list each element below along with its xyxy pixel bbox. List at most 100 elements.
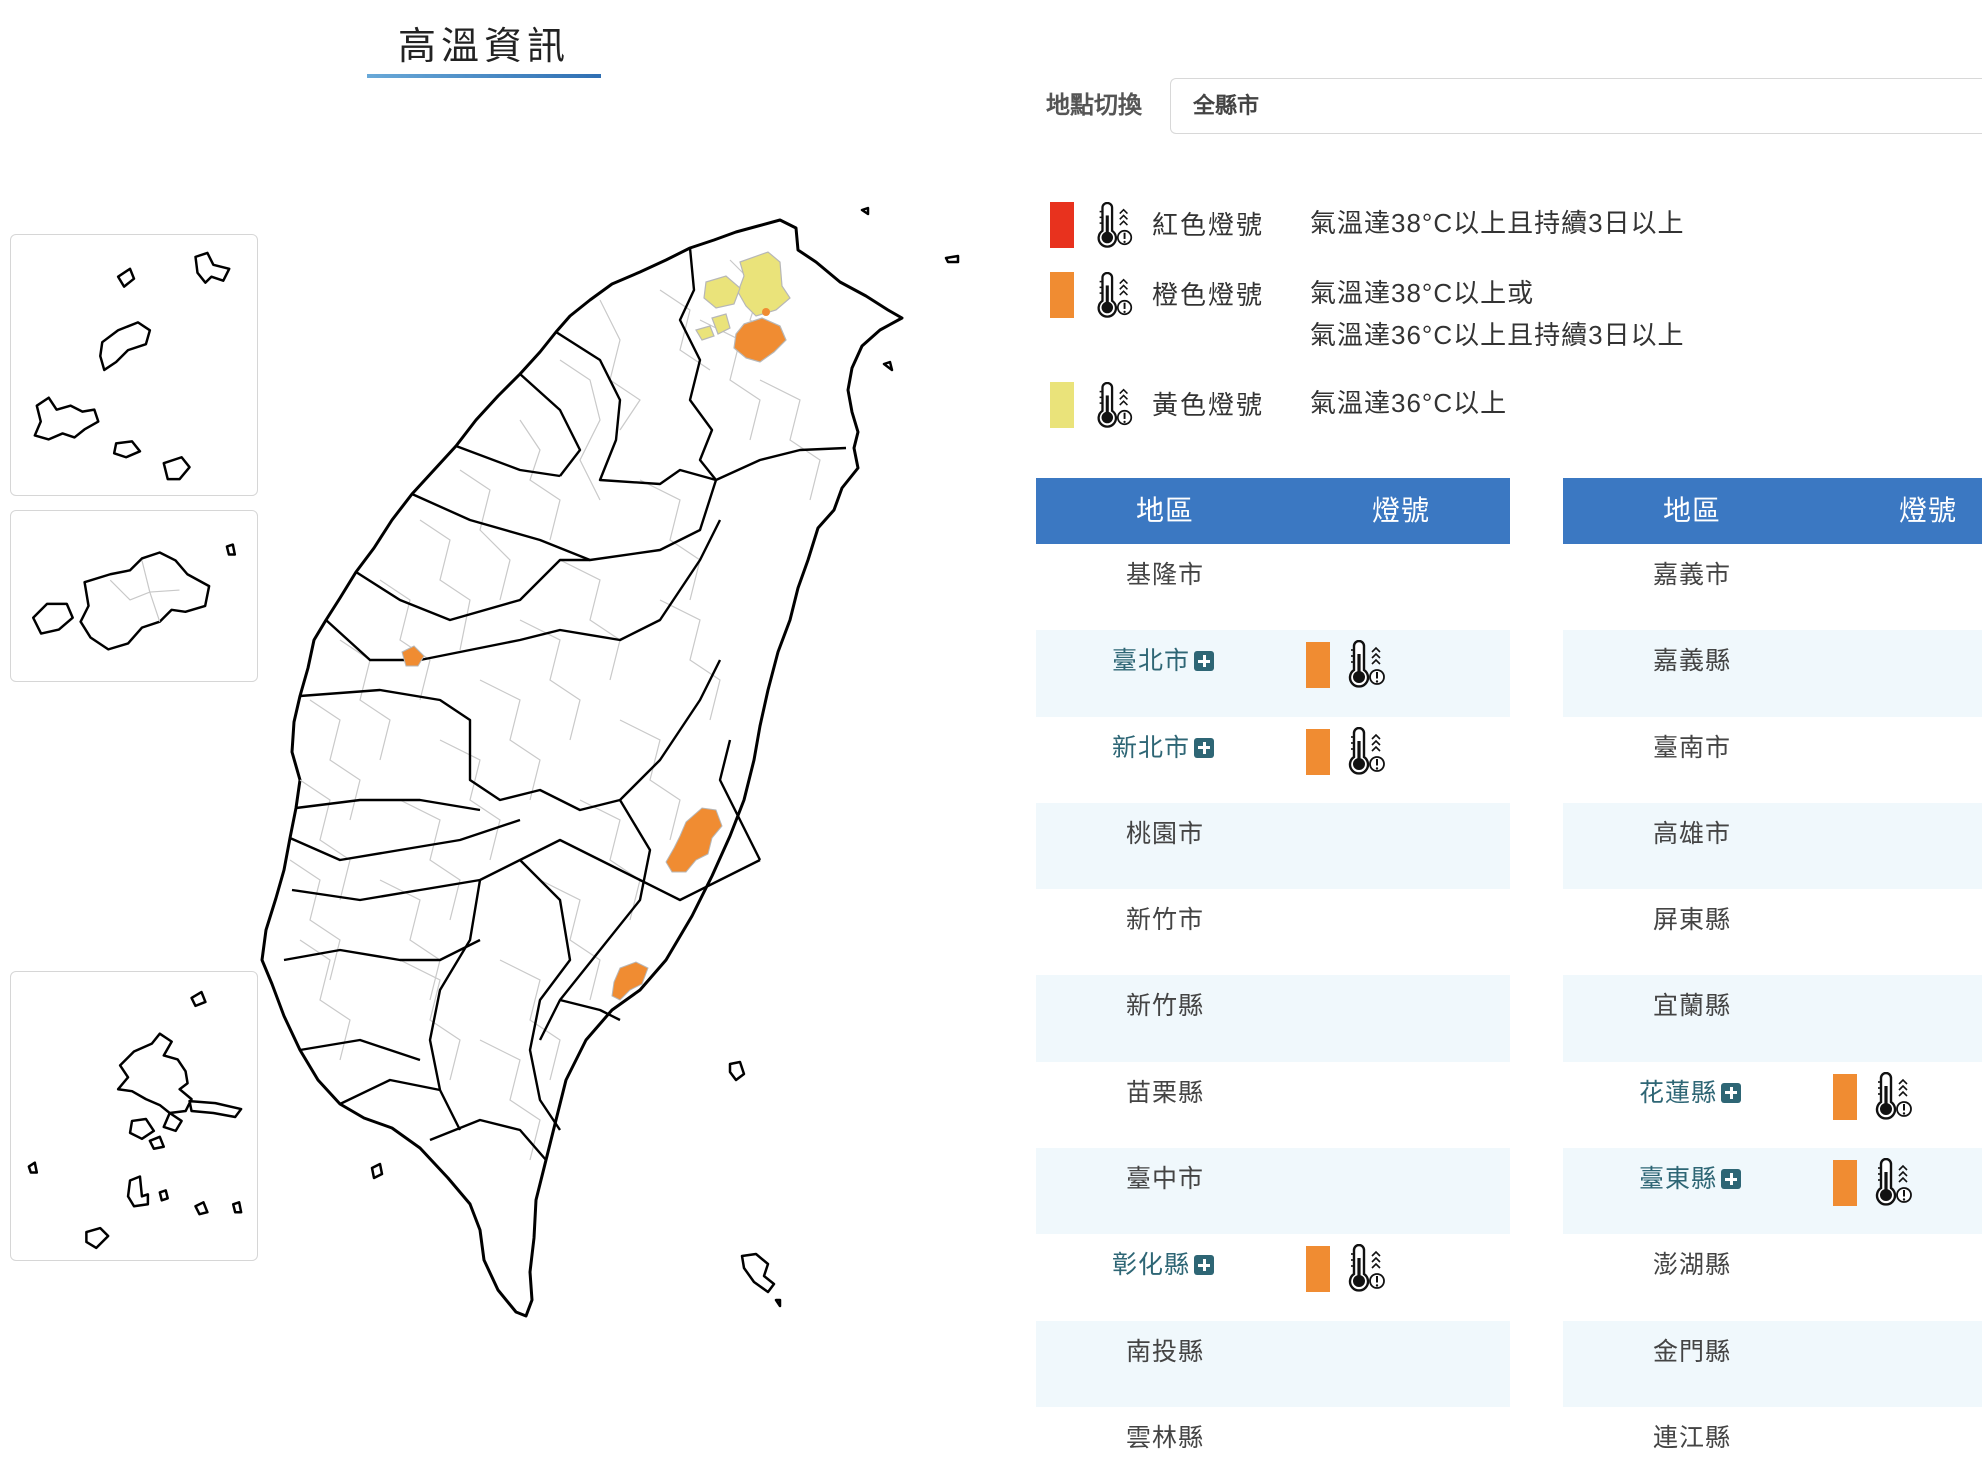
region-name: 澎湖縣 [1653,1234,1731,1296]
region-name-text: 宜蘭縣 [1653,992,1732,1021]
region-name-text: 臺南市 [1653,733,1732,762]
region-name[interactable]: 彰化縣 [1112,1234,1215,1296]
signal-indicator-orange [1306,642,1330,689]
expand-plus-icon[interactable] [1194,651,1215,672]
region-name-text: 新北市 [1112,733,1191,762]
table-row: 新竹縣 [1036,975,1510,1062]
region-name: 宜蘭縣 [1653,975,1731,1037]
thermometer-icon [1344,726,1388,777]
legend-description-line: 氣溫達36°C以上且持續3日以上 [1310,320,1685,350]
region-name: 屏東縣 [1653,889,1731,951]
region-name-text: 新竹縣 [1126,992,1205,1021]
table-body: 嘉義市嘉義縣臺南市高雄市屏東縣宜蘭縣花蓮縣臺東縣澎湖縣金門縣連江縣 [1563,544,1982,1476]
table-row: 雲林縣 [1036,1407,1510,1476]
table-row[interactable]: 臺東縣 [1563,1148,1982,1235]
signal-indicator-orange [1833,1073,1857,1120]
table-row: 連江縣 [1563,1407,1982,1476]
table-row[interactable]: 臺北市 [1036,630,1510,717]
region-table-right: 地區 燈號 嘉義市嘉義縣臺南市高雄市屏東縣宜蘭縣花蓮縣臺東縣澎湖縣金門縣連江縣 [1563,478,1982,1476]
table-row: 南投縣 [1036,1320,1510,1407]
table-row: 苗栗縣 [1036,1062,1510,1148]
region-name: 嘉義縣 [1653,630,1731,692]
region-name: 嘉義市 [1653,544,1731,606]
legend-swatch [1050,202,1074,248]
taiwan-island-outline [260,218,904,1318]
expand-plus-icon[interactable] [1721,1082,1742,1103]
legend-description-line: 氣溫達36°C以上 [1310,388,1508,418]
header-region: 地區 [1136,495,1195,526]
table-row: 宜蘭縣 [1563,975,1982,1062]
region-name-text: 臺中市 [1126,1165,1205,1194]
table-row: 嘉義市 [1563,544,1982,630]
region-name-text: 南投縣 [1126,1337,1205,1366]
region-name-text: 嘉義市 [1653,561,1732,589]
region-name-text: 雲林縣 [1126,1423,1205,1452]
region-name[interactable]: 臺北市 [1112,630,1215,692]
region-name[interactable]: 新北市 [1112,717,1215,779]
region-name-text: 花蓮縣 [1639,1078,1718,1107]
region-name-text: 基隆市 [1126,561,1205,589]
legend-description: 氣溫達38°C以上或氣溫達36°C以上且持續3日以上 [1310,272,1685,356]
legend-description: 氣溫達36°C以上 [1310,382,1507,424]
legend-name: 黃色燈號 [1152,390,1265,420]
legend-name: 橙色燈號 [1152,280,1265,310]
header-signal: 燈號 [1899,495,1958,526]
table-row[interactable]: 彰化縣 [1036,1234,1510,1320]
expand-plus-icon[interactable] [1194,1255,1215,1276]
legend-description-line: 氣溫達38°C以上或 [1310,278,1535,308]
region-name-text: 嘉義縣 [1653,647,1732,676]
location-select[interactable]: 全縣市 [1170,78,1982,134]
region-name[interactable]: 花蓮縣 [1639,1062,1742,1124]
region-name-text: 金門縣 [1653,1337,1732,1366]
region-name: 金門縣 [1653,1321,1731,1383]
region-name-text: 連江縣 [1653,1423,1732,1452]
region-name: 雲林縣 [1126,1407,1204,1469]
table-row[interactable]: 新北市 [1036,717,1510,803]
region-name: 新竹縣 [1126,975,1204,1037]
table-row: 基隆市 [1036,544,1510,630]
legend-name: 紅色燈號 [1152,210,1265,240]
location-switcher-label: 地點切換 [1046,92,1142,119]
region-name: 桃園市 [1126,803,1204,865]
expand-plus-icon[interactable] [1721,1169,1742,1190]
table-row: 高雄市 [1563,802,1982,890]
region-name-text: 臺北市 [1112,647,1191,676]
expand-plus-icon[interactable] [1194,737,1215,758]
signal-indicator-orange [1833,1160,1857,1207]
header-region: 地區 [1663,495,1722,526]
thermometer-icon [1344,1244,1388,1294]
high-temperature-page: 高溫資訊 地點切換 全縣市 紅色燈號 氣溫達38°C以上且持續3日以上 橙色燈號… [0,0,1982,1476]
thermometer-icon [1092,271,1136,320]
table-row[interactable]: 花蓮縣 [1563,1062,1982,1148]
table-body: 基隆市臺北市新北市桃園市新竹市新竹縣苗栗縣臺中市彰化縣南投縣雲林縣 [1036,544,1510,1476]
region-name: 南投縣 [1126,1321,1204,1383]
region-name: 新竹市 [1126,889,1204,951]
region-name-text: 桃園市 [1126,819,1205,848]
legend-swatch [1050,272,1074,318]
taiwan-main-map [260,206,960,1318]
region-name[interactable]: 臺東縣 [1639,1148,1742,1210]
signal-indicator-orange [1306,1246,1330,1293]
thermometer-icon [1871,1157,1915,1208]
thermometer-icon [1871,1071,1915,1122]
signal-indicator-orange [1306,728,1330,775]
table-row: 屏東縣 [1563,889,1982,975]
header-signal: 燈號 [1372,495,1431,526]
region-name-text: 屏東縣 [1653,906,1732,935]
region-name: 臺中市 [1126,1148,1204,1210]
location-switcher: 地點切換 全縣市 [1046,78,1982,134]
table-row: 澎湖縣 [1563,1234,1982,1320]
table-header: 地區 燈號 [1563,478,1982,544]
table-row: 臺中市 [1036,1148,1510,1235]
page-title: 高溫資訊 [397,26,570,68]
region-name-text: 彰化縣 [1112,1251,1191,1280]
region-name-text: 新竹市 [1126,906,1205,935]
region-name-text: 臺東縣 [1639,1165,1718,1194]
region-name: 高雄市 [1653,803,1731,865]
region-table-left: 地區 燈號 基隆市臺北市新北市桃園市新竹市新竹縣苗栗縣臺中市彰化縣南投縣雲林縣 [1036,478,1510,1476]
table-header: 地區 燈號 [1036,478,1510,544]
table-row: 新竹市 [1036,889,1510,975]
region-name: 苗栗縣 [1126,1062,1204,1124]
table-row: 金門縣 [1563,1320,1982,1407]
thermometer-icon [1092,201,1136,250]
